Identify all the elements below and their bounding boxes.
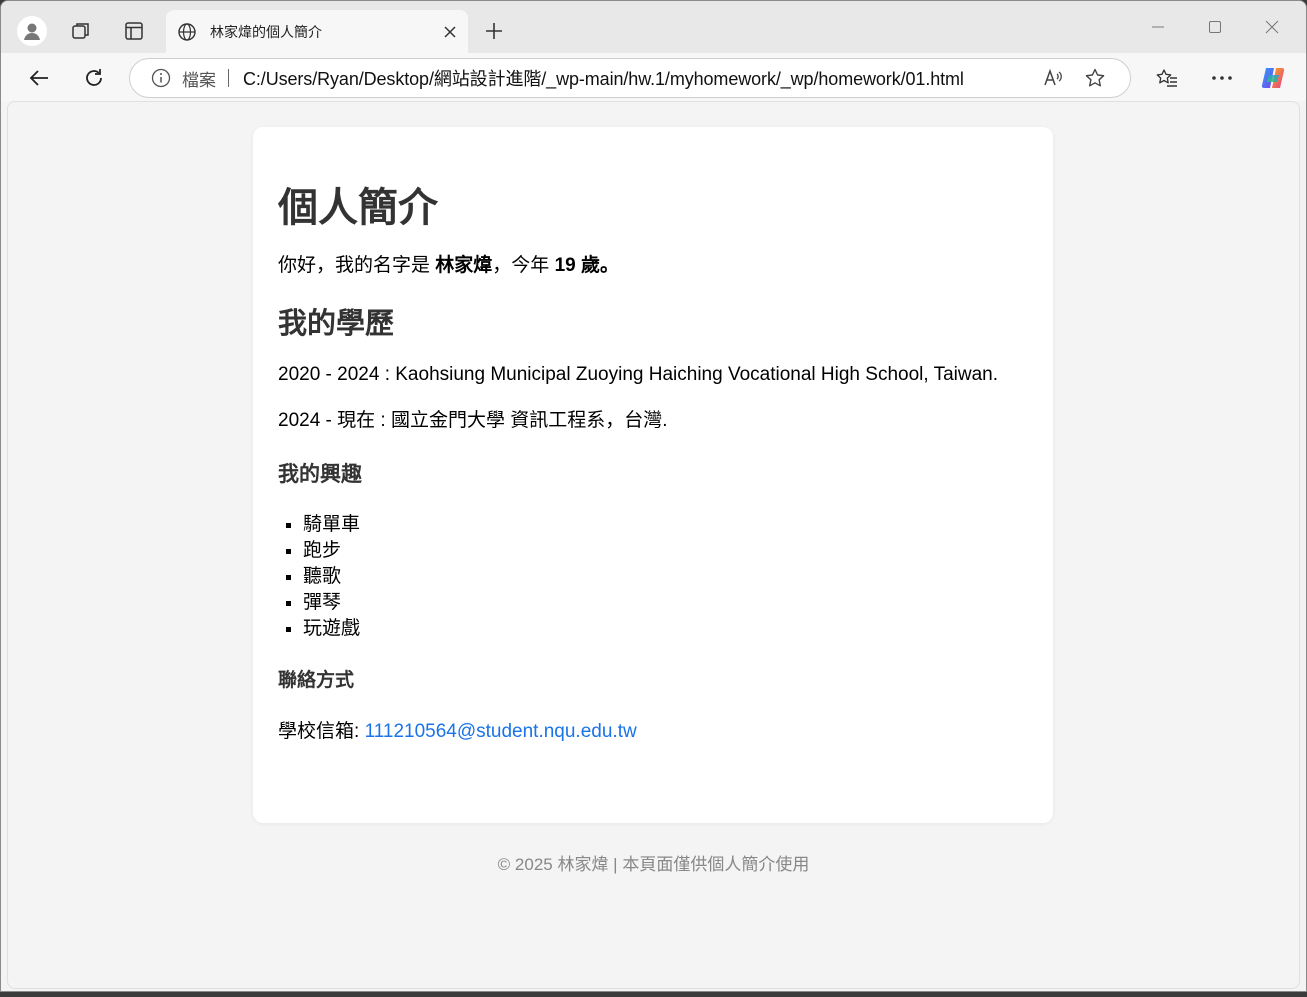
site-info-label[interactable]: 檔案 (182, 66, 216, 91)
copilot-button[interactable] (1256, 60, 1292, 96)
favorites-icon (1156, 69, 1177, 87)
address-divider (228, 69, 229, 87)
tab-title: 林家煒的個人簡介 (210, 23, 322, 40)
globe-icon (176, 21, 198, 43)
browser-toolbar: 檔案 C:/Users/Ryan/Desktop/網站設計進階/_wp-main… (1, 53, 1306, 101)
page-title: 個人簡介 (278, 186, 438, 230)
back-button[interactable] (21, 60, 57, 96)
star-icon[interactable] (1078, 61, 1112, 95)
info-icon[interactable] (150, 67, 172, 89)
more-options-button[interactable] (1204, 60, 1240, 96)
education-item: 2020 - 2024 : Kaohsiung Municipal Zuoyin… (278, 364, 998, 385)
maximize-button[interactable] (1192, 9, 1238, 45)
minimize-icon (1152, 26, 1164, 28)
plus-icon (486, 23, 502, 39)
intro-text: 你好，我的名字是 林家煒，今年 19 歲。 (278, 254, 1028, 278)
url-text[interactable]: C:/Users/Ryan/Desktop/網站設計進階/_wp-main/hw… (243, 65, 1036, 91)
favorites-button[interactable] (1149, 60, 1185, 96)
interests-list: 騎單車 跑步 聽歌 彈琴 玩遊戲 (278, 512, 1028, 642)
email-link[interactable]: 111210564@student.nqu.edu.tw (365, 721, 637, 742)
page-viewport: 個人簡介 你好，我的名字是 林家煒，今年 19 歲。 我的學歷 2020 - 2… (7, 101, 1300, 989)
intro-mid: ，今年 (492, 255, 555, 276)
profile-card: 個人簡介 你好，我的名字是 林家煒，今年 19 歲。 我的學歷 2020 - 2… (253, 127, 1053, 823)
list-item: 騎單車 (303, 512, 1028, 538)
page-footer: © 2025 林家煒 | 本頁面僅供個人簡介使用 (497, 855, 810, 874)
vertical-tabs-button[interactable] (117, 14, 151, 48)
list-item: 聽歌 (303, 564, 1028, 590)
active-tab[interactable]: 林家煒的個人簡介 (166, 10, 468, 53)
browser-window: 林家煒的個人簡介 檔案 C:/Users/Ryan/Desktop/網站設計進階… (0, 0, 1307, 992)
read-aloud-icon[interactable] (1036, 61, 1070, 95)
close-window-button[interactable] (1249, 9, 1295, 45)
contact-heading: 聯絡方式 (278, 670, 355, 691)
refresh-button[interactable] (76, 60, 112, 96)
close-icon (1265, 20, 1279, 34)
refresh-icon (86, 69, 102, 86)
address-bar[interactable]: 檔案 C:/Users/Ryan/Desktop/網站設計進階/_wp-main… (129, 58, 1131, 98)
intro-age: 19 歲。 (554, 255, 619, 276)
profile-avatar-icon (17, 16, 47, 46)
interests-heading: 我的興趣 (278, 463, 362, 486)
profile-button[interactable] (15, 14, 49, 48)
contact-label: 學校信箱: (278, 721, 365, 742)
tab-actions-icon (125, 22, 143, 40)
more-icon (1212, 76, 1232, 80)
education-item: 2024 - 現在 : 國立金門大學 資訊工程系，台灣. (278, 410, 668, 431)
list-item: 玩遊戲 (303, 616, 1028, 642)
list-item: 彈琴 (303, 590, 1028, 616)
close-tab-icon[interactable] (436, 18, 464, 46)
tab-bar: 林家煒的個人簡介 (1, 1, 1306, 53)
intro-name: 林家煒 (435, 255, 493, 276)
list-item: 跑步 (303, 538, 1028, 564)
education-heading: 我的學歷 (278, 308, 395, 340)
workspaces-button[interactable] (64, 14, 98, 48)
minimize-button[interactable] (1135, 9, 1181, 45)
maximize-icon (1209, 21, 1221, 33)
intro-prefix: 你好，我的名字是 (278, 255, 436, 276)
contact-line: 學校信箱: 111210564@student.nqu.edu.tw (278, 720, 1028, 744)
copilot-icon (1261, 68, 1285, 88)
new-tab-button[interactable] (477, 14, 511, 48)
workspaces-icon (72, 23, 89, 39)
arrow-left-icon (29, 70, 48, 86)
